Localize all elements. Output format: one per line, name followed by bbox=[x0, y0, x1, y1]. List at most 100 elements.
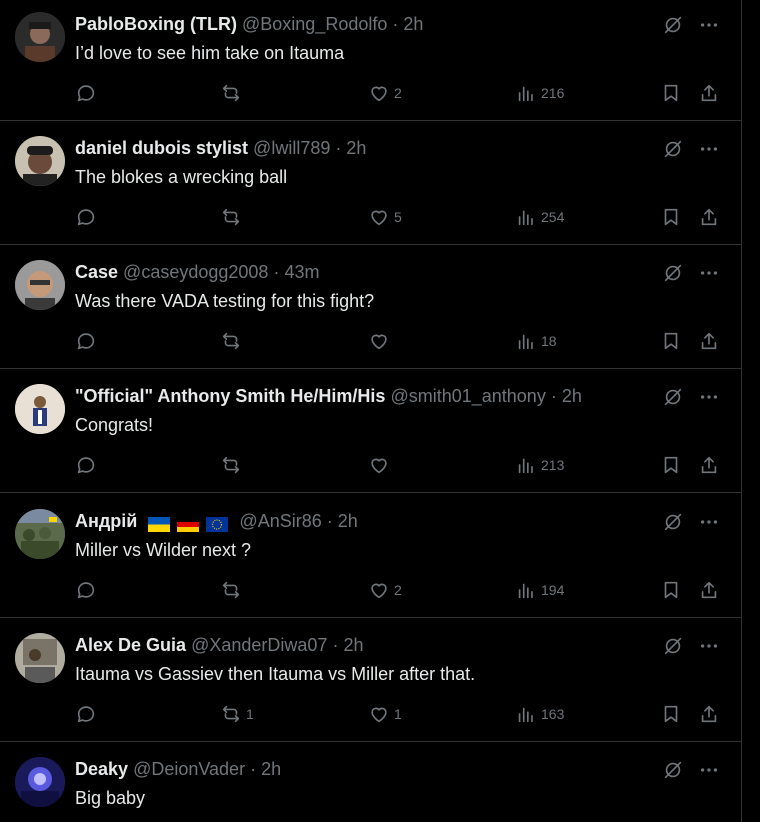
views-button[interactable]: 194 bbox=[515, 579, 564, 601]
retweet-button[interactable]: 1 bbox=[220, 703, 254, 725]
retweet-button[interactable] bbox=[220, 206, 246, 228]
avatar[interactable] bbox=[15, 509, 65, 559]
timestamp[interactable]: 43m bbox=[284, 262, 319, 282]
like-button[interactable]: 2 bbox=[368, 579, 402, 601]
timestamp[interactable]: 2h bbox=[346, 138, 366, 158]
more-options-icon[interactable] bbox=[698, 386, 720, 408]
tweet-text: Congrats! bbox=[75, 415, 154, 435]
timestamp[interactable]: 2h bbox=[403, 14, 423, 34]
bookmark-button[interactable] bbox=[660, 330, 682, 352]
display-name[interactable]: daniel dubois stylist bbox=[75, 138, 248, 158]
more-options-icon[interactable] bbox=[698, 635, 720, 657]
timestamp[interactable]: 2h bbox=[343, 635, 363, 655]
scrollbar-track[interactable] bbox=[743, 0, 760, 822]
retweet-button[interactable] bbox=[220, 82, 246, 104]
retweet-icon bbox=[222, 84, 240, 102]
tweet-item[interactable]: "Official" Anthony Smith He/Him/His @smi… bbox=[0, 372, 742, 493]
share-button[interactable] bbox=[698, 82, 720, 104]
share-button[interactable] bbox=[698, 703, 720, 725]
like-button[interactable] bbox=[368, 454, 394, 476]
user-handle[interactable]: @smith01_anthony bbox=[390, 386, 545, 406]
views-button[interactable]: 163 bbox=[515, 703, 564, 725]
reply-icon bbox=[77, 457, 95, 474]
avatar[interactable] bbox=[15, 12, 65, 62]
tweet-item[interactable]: PabloBoxing (TLR) @Boxing_Rodolfo · 2h I… bbox=[0, 0, 742, 121]
bookmark-button[interactable] bbox=[660, 206, 682, 228]
tweet-text: The blokes a wrecking ball bbox=[75, 167, 288, 187]
display-name[interactable]: "Official" Anthony Smith He/Him/His bbox=[75, 386, 385, 406]
like-button[interactable]: 2 bbox=[368, 82, 402, 104]
grok-icon[interactable] bbox=[662, 511, 684, 533]
reply-button[interactable] bbox=[75, 330, 101, 352]
like-button[interactable] bbox=[368, 330, 394, 352]
share-icon bbox=[701, 208, 717, 226]
tweet-item[interactable]: Deaky @DeionVader · 2h Big baby bbox=[0, 745, 742, 822]
views-button[interactable]: 213 bbox=[515, 454, 564, 476]
display-name[interactable]: Alex De Guia bbox=[75, 635, 186, 655]
views-button[interactable]: 18 bbox=[515, 330, 557, 352]
reply-button[interactable] bbox=[75, 703, 101, 725]
bookmark-icon bbox=[664, 84, 678, 102]
view-count: 18 bbox=[541, 333, 557, 349]
tweet-item[interactable]: Alex De Guia @XanderDiwa07 · 2h Itauma v… bbox=[0, 621, 742, 742]
user-handle[interactable]: @DeionVader bbox=[133, 759, 245, 779]
user-handle[interactable]: @XanderDiwa07 bbox=[191, 635, 327, 655]
views-button[interactable]: 254 bbox=[515, 206, 564, 228]
like-button[interactable]: 5 bbox=[368, 206, 402, 228]
display-name[interactable]: Андрій bbox=[75, 511, 137, 531]
avatar[interactable] bbox=[15, 136, 65, 186]
tweet-item[interactable]: daniel dubois stylist @lwill789 · 2h The… bbox=[0, 124, 742, 245]
bookmark-button[interactable] bbox=[660, 454, 682, 476]
tweet-item[interactable]: Case @caseydogg2008 · 43m Was there VADA… bbox=[0, 248, 742, 369]
timestamp[interactable]: 2h bbox=[338, 511, 358, 531]
reply-icon bbox=[77, 209, 95, 226]
share-icon bbox=[701, 581, 717, 599]
grok-icon[interactable] bbox=[662, 138, 684, 160]
views-button[interactable]: 216 bbox=[515, 82, 564, 104]
tweet-header: "Official" Anthony Smith He/Him/His @smi… bbox=[75, 384, 582, 408]
bookmark-button[interactable] bbox=[660, 703, 682, 725]
view-count: 254 bbox=[541, 209, 565, 225]
like-button[interactable]: 1 bbox=[368, 703, 402, 725]
grok-icon[interactable] bbox=[662, 635, 684, 657]
grok-icon[interactable] bbox=[662, 386, 684, 408]
retweet-button[interactable] bbox=[220, 579, 246, 601]
retweet-button[interactable] bbox=[220, 454, 246, 476]
grok-icon[interactable] bbox=[662, 759, 684, 781]
bookmark-icon bbox=[664, 332, 678, 350]
display-name[interactable]: Deaky bbox=[75, 759, 128, 779]
more-options-icon[interactable] bbox=[698, 759, 720, 781]
reply-button[interactable] bbox=[75, 206, 101, 228]
more-options-icon[interactable] bbox=[698, 14, 720, 36]
reply-button[interactable] bbox=[75, 579, 101, 601]
reply-button[interactable] bbox=[75, 82, 101, 104]
reply-button[interactable] bbox=[75, 454, 101, 476]
share-button[interactable] bbox=[698, 330, 720, 352]
share-icon bbox=[701, 705, 717, 723]
bookmark-button[interactable] bbox=[660, 82, 682, 104]
user-handle[interactable]: @lwill789 bbox=[253, 138, 330, 158]
avatar[interactable] bbox=[15, 633, 65, 683]
more-options-icon[interactable] bbox=[698, 511, 720, 533]
share-button[interactable] bbox=[698, 454, 720, 476]
user-handle[interactable]: @AnSir86 bbox=[239, 511, 321, 531]
more-options-icon[interactable] bbox=[698, 262, 720, 284]
grok-icon[interactable] bbox=[662, 14, 684, 36]
display-name[interactable]: PabloBoxing (TLR) bbox=[75, 14, 237, 34]
timestamp[interactable]: 2h bbox=[261, 759, 281, 779]
display-name[interactable]: Case bbox=[75, 262, 118, 282]
retweet-button[interactable] bbox=[220, 330, 246, 352]
share-button[interactable] bbox=[698, 206, 720, 228]
tweet-item[interactable]: Андрій @AnSir86 · 2h Miller vs Wilder ne… bbox=[0, 497, 742, 618]
more-options-icon[interactable] bbox=[698, 138, 720, 160]
timestamp[interactable]: 2h bbox=[562, 386, 582, 406]
tweet-text: Miller vs Wilder next ? bbox=[75, 540, 252, 560]
avatar[interactable] bbox=[15, 757, 65, 807]
avatar[interactable] bbox=[15, 260, 65, 310]
grok-icon[interactable] bbox=[662, 262, 684, 284]
user-handle[interactable]: @caseydogg2008 bbox=[123, 262, 268, 282]
avatar[interactable] bbox=[15, 384, 65, 434]
user-handle[interactable]: @Boxing_Rodolfo bbox=[242, 14, 387, 34]
share-button[interactable] bbox=[698, 579, 720, 601]
bookmark-button[interactable] bbox=[660, 579, 682, 601]
